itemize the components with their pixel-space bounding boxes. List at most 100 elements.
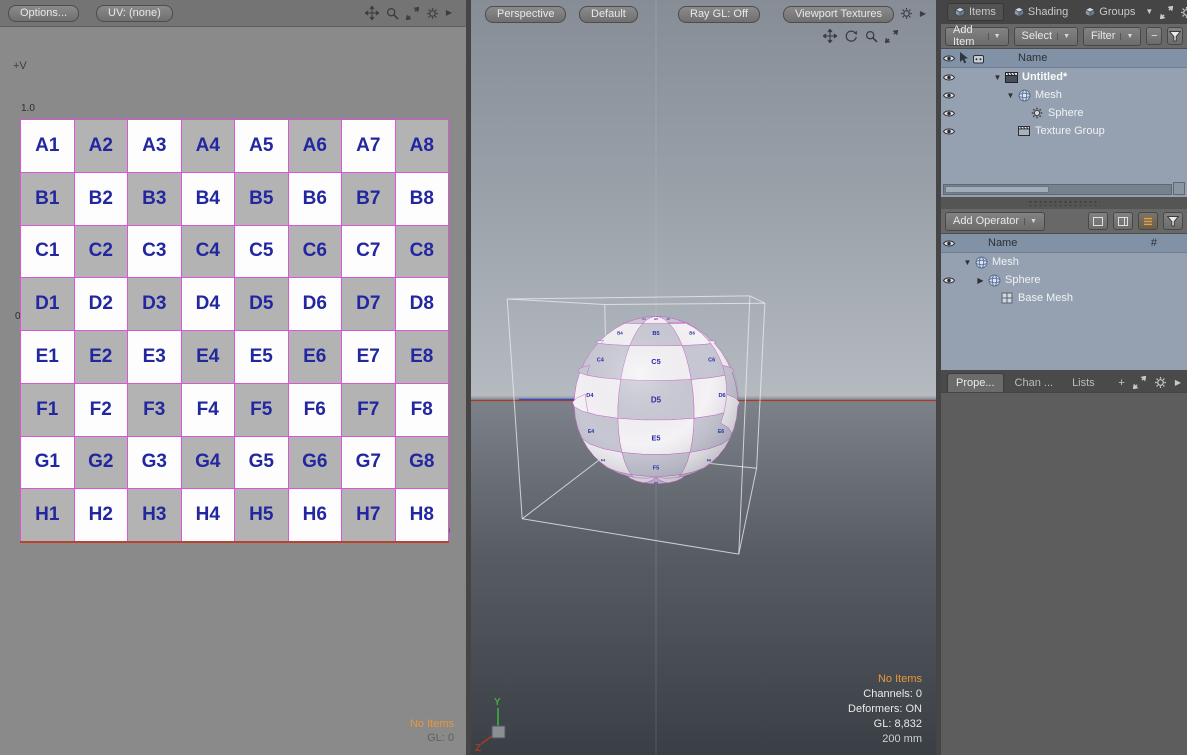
svg-text:E5: E5	[651, 434, 660, 443]
chevron-down-icon[interactable]: ▼	[1057, 33, 1070, 40]
uv-grid: A1A2A3A4A5A6A7A8B1B2B3B4B5B6B7B8C1C2C3C4…	[20, 119, 449, 542]
projection-button[interactable]: Perspective	[485, 6, 566, 23]
twirl-right-icon[interactable]: ▶	[975, 276, 986, 285]
maximize-icon[interactable]	[1160, 6, 1173, 19]
visibility-eye-icon[interactable]	[941, 73, 956, 82]
twirl-down-icon[interactable]: ▼	[962, 258, 973, 267]
panel-splitter[interactable]	[941, 197, 1187, 209]
tab-items[interactable]: Items	[947, 3, 1004, 21]
gear-icon[interactable]	[426, 7, 439, 20]
maximize-icon[interactable]	[406, 7, 419, 20]
add-item-button[interactable]: Add Item ▼	[945, 27, 1009, 46]
pan-move-icon[interactable]	[365, 6, 379, 20]
viewport-textures-button[interactable]: Viewport Textures	[783, 6, 894, 23]
view-list-icon[interactable]	[1138, 212, 1158, 230]
filter-funnel-icon[interactable]	[1163, 212, 1183, 230]
items-h-scrollbar[interactable]	[943, 184, 1172, 195]
uv-cell-E6: E6	[289, 331, 342, 383]
tab-groups[interactable]: Groups	[1078, 4, 1142, 20]
panel-arrow-icon[interactable]: ▶	[446, 9, 452, 17]
add-operator-button[interactable]: Add Operator ▼	[945, 212, 1045, 231]
items-row-texture-group[interactable]: Texture Group	[941, 122, 1187, 140]
tab-lists[interactable]: Lists	[1064, 374, 1103, 392]
options-button[interactable]: Options...	[8, 5, 79, 22]
uv-cell-B3: B3	[128, 173, 181, 225]
remove-button[interactable]: −	[1146, 27, 1162, 45]
pan-move-icon[interactable]	[823, 29, 837, 43]
uv-cell-C5: C5	[235, 226, 288, 278]
svg-text:A5: A5	[654, 317, 658, 321]
render-column-icon[interactable]	[971, 53, 986, 64]
visibility-eye-icon[interactable]	[941, 91, 956, 100]
uv-mode-button[interactable]: UV: (none)	[96, 5, 173, 22]
u-axis-line	[20, 541, 449, 543]
right-panel: Items Shading Groups ▼ ▶ Add Item ▼ Sele…	[941, 0, 1187, 755]
cursor-column-icon[interactable]	[956, 52, 971, 64]
name-column-header[interactable]: Name	[1018, 52, 1047, 64]
twirl-down-icon[interactable]: ▼	[1005, 91, 1016, 100]
select-button[interactable]: Select ▼	[1014, 27, 1079, 46]
uv-cell-D6: D6	[289, 278, 342, 330]
maximize-icon[interactable]	[885, 30, 898, 43]
visibility-eye-icon[interactable]	[941, 127, 956, 136]
items-row-sphere[interactable]: Sphere	[941, 104, 1187, 122]
view-split-icon[interactable]	[1113, 212, 1133, 230]
maximize-icon[interactable]	[1133, 376, 1146, 389]
scene-icon	[1003, 72, 1019, 83]
items-row-untitled-[interactable]: ▼Untitled*	[941, 68, 1187, 86]
uv-cell-A1: A1	[21, 120, 74, 172]
zoom-icon[interactable]	[386, 7, 399, 20]
uv-cell-B2: B2	[75, 173, 128, 225]
item-label: Mesh	[1035, 89, 1062, 101]
uv-cell-C7: C7	[342, 226, 395, 278]
visibility-eye-icon[interactable]	[941, 276, 956, 285]
v-axis-label: +V	[13, 60, 27, 72]
visibility-eye-icon[interactable]	[941, 239, 956, 248]
tab-shading[interactable]: Shading	[1007, 4, 1075, 20]
gear-icon[interactable]	[1180, 6, 1187, 19]
viewport-3d[interactable]: A4A5A6B4B5B6C4C5C6D4D5D6E4E5E6F4F5F6G5YZ…	[471, 0, 936, 755]
panel-arrow-icon[interactable]: ▶	[1175, 379, 1181, 387]
tab-channels[interactable]: Chan ...	[1007, 374, 1062, 392]
uv-cell-A8: A8	[396, 120, 449, 172]
operator-row-base-mesh[interactable]: Base Mesh	[941, 289, 1187, 307]
gear-item-icon	[1029, 107, 1045, 119]
filter-funnel-icon[interactable]	[1167, 27, 1183, 45]
viewport-status: No Items Channels: 0 Deformers: ON GL: 8…	[848, 672, 922, 747]
items-row-mesh[interactable]: ▼ Mesh	[941, 86, 1187, 104]
svg-text:A4: A4	[642, 317, 646, 321]
operator-row-sphere[interactable]: ▶Sphere	[941, 271, 1187, 289]
tab-properties[interactable]: Prope...	[947, 373, 1004, 392]
items-toolbar: Add Item ▼ Select ▼ Filter ▼ −	[941, 24, 1187, 49]
gear-icon[interactable]	[900, 7, 913, 20]
gear-icon[interactable]	[1154, 376, 1167, 389]
uv-cell-E3: E3	[128, 331, 181, 383]
shading-mode-button[interactable]: Default	[579, 6, 638, 23]
chevron-down-icon[interactable]: ▼	[1024, 218, 1037, 225]
zoom-icon[interactable]	[865, 30, 878, 43]
twirl-down-icon[interactable]: ▼	[992, 73, 1003, 82]
items-rows: ▼Untitled*▼MeshSphereTexture Group	[941, 68, 1187, 140]
panel-arrow-icon[interactable]: ▶	[920, 10, 926, 18]
svg-text:F5: F5	[653, 466, 660, 472]
visibility-eye-icon[interactable]	[941, 109, 956, 118]
operator-row-mesh[interactable]: ▼ Mesh	[941, 253, 1187, 271]
filter-button[interactable]: Filter ▼	[1083, 27, 1141, 46]
rotate-icon[interactable]	[844, 29, 858, 43]
name-column-header[interactable]: Name	[988, 237, 1017, 249]
item-label: Mesh	[992, 256, 1019, 268]
svg-text:C4: C4	[597, 358, 605, 364]
svg-text:Z: Z	[475, 743, 481, 754]
collapse-icon[interactable]: ▼	[1145, 8, 1153, 16]
raygl-button[interactable]: Ray GL: Off	[678, 6, 760, 23]
chevron-down-icon[interactable]: ▼	[988, 33, 1001, 40]
visibility-eye-icon[interactable]	[941, 54, 956, 63]
count-column-header[interactable]: #	[1151, 237, 1157, 249]
add-tab-icon[interactable]: +	[1118, 377, 1124, 389]
view-solo-icon[interactable]	[1088, 212, 1108, 230]
uv-status: No Items GL: 0	[410, 717, 454, 745]
chevron-down-icon[interactable]: ▼	[1120, 33, 1133, 40]
uv-cell-F7: F7	[342, 384, 395, 436]
uv-cell-A7: A7	[342, 120, 395, 172]
uv-cell-B6: B6	[289, 173, 342, 225]
